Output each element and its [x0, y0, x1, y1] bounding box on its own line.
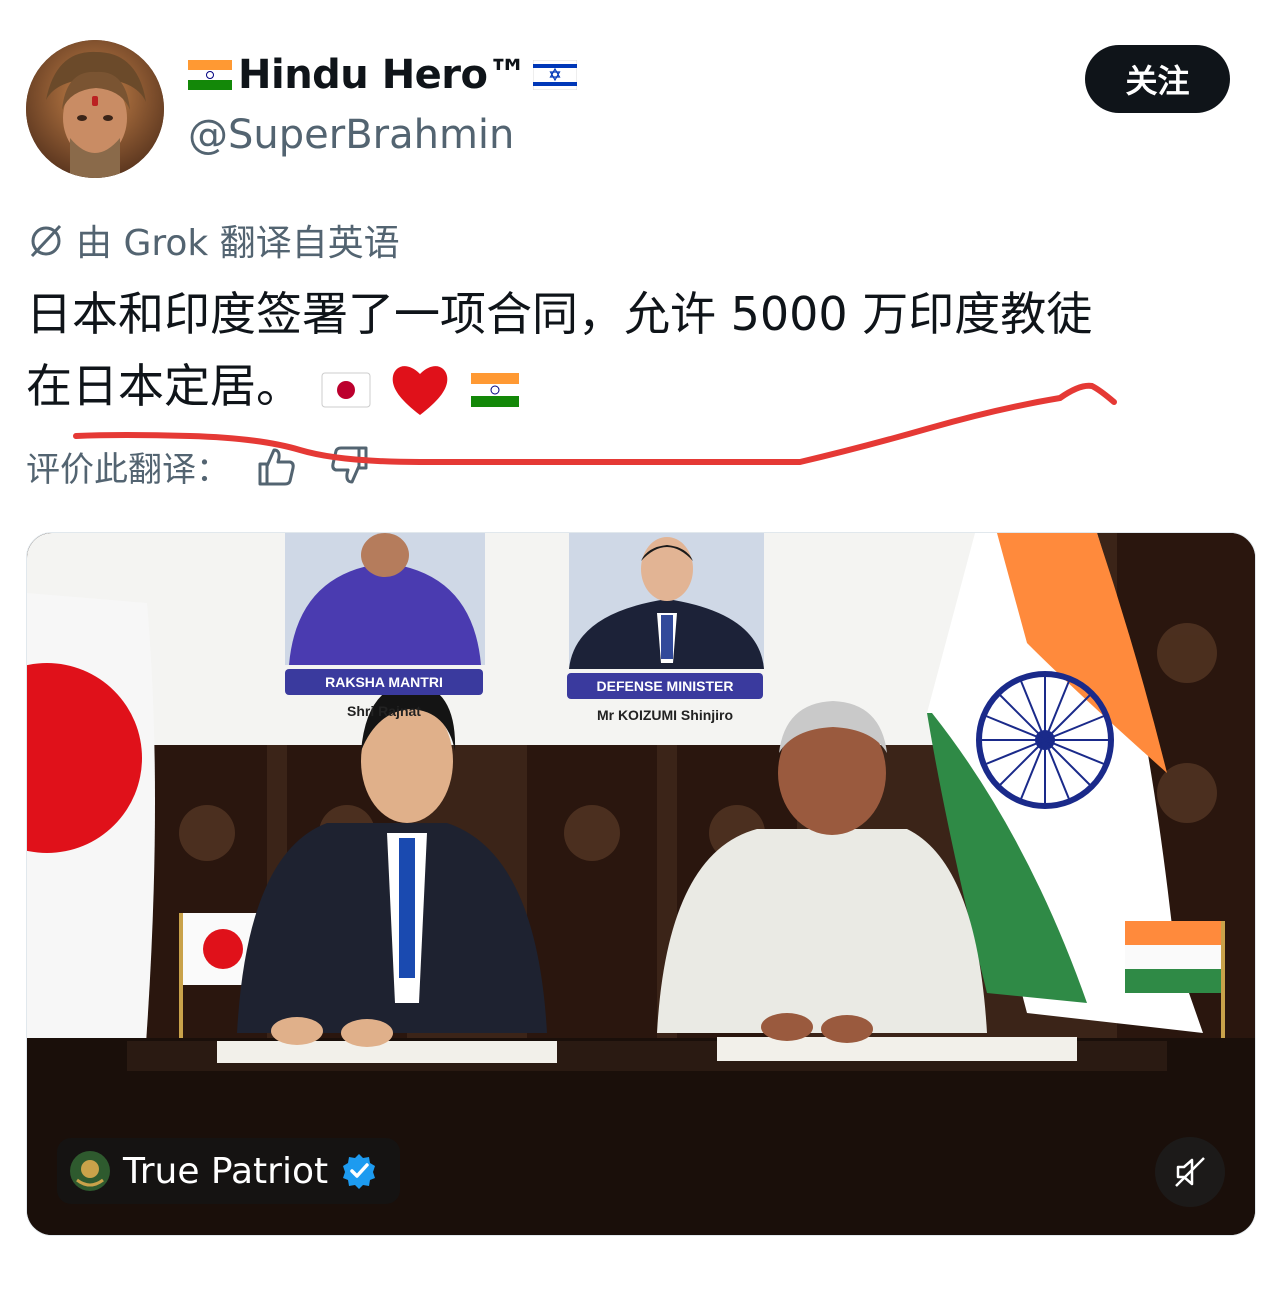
placard-right-title: DEFENSE MINISTER	[567, 673, 763, 699]
video-source-name: True Patriot	[123, 1150, 329, 1192]
source-avatar-icon	[70, 1151, 110, 1191]
mute-button[interactable]	[1155, 1137, 1225, 1207]
user-handle[interactable]: @SuperBrahmin	[188, 112, 514, 158]
india-flag-icon	[188, 60, 232, 90]
placard-right-name: Mr KOIZUMI Shinjiro	[596, 707, 734, 723]
rate-translation-row: 评价此翻译：	[26, 438, 378, 494]
follow-button[interactable]: 关注	[1085, 45, 1230, 113]
avatar[interactable]	[26, 40, 164, 178]
tweet-text-line2: 在日本定居。	[26, 359, 302, 413]
video-player[interactable]: RAKSHA MANTRI Shri Rajnat DEFENSE MINIST…	[26, 532, 1256, 1236]
video-frame	[27, 533, 1255, 1235]
thumbs-down-icon	[331, 446, 368, 484]
translation-source-label: 由 Grok 翻译自英语	[76, 223, 400, 264]
translation-source-row[interactable]: 由 Grok 翻译自英语	[26, 214, 400, 266]
rate-translation-label: 评价此翻译：	[26, 449, 230, 490]
india-flag-icon	[470, 372, 519, 407]
display-name-row[interactable]: Hindu Hero™	[188, 52, 578, 98]
tweet-text-line1: 日本和印度签署了一项合同，允许 5000 万印度教徒	[26, 287, 1093, 341]
display-name[interactable]: Hindu Hero™	[238, 52, 528, 98]
video-source-badge[interactable]: True Patriot	[57, 1138, 401, 1204]
japan-flag-icon	[321, 372, 371, 407]
tweet-text: 日本和印度签署了一项合同，允许 5000 万印度教徒 在日本定居。	[26, 278, 1246, 422]
israel-flag-icon	[533, 60, 578, 90]
thumbs-up-icon	[258, 448, 295, 486]
thumbs-down-button[interactable]	[322, 438, 378, 494]
placard-left-title: RAKSHA MANTRI	[285, 669, 483, 695]
grok-icon	[30, 224, 62, 258]
thumbs-up-button[interactable]	[248, 438, 304, 494]
red-heart-icon	[392, 365, 448, 415]
verified-badge-icon	[343, 1154, 376, 1189]
speaker-muted-icon	[1175, 1157, 1205, 1187]
placard-left-name: Shri Rajnat	[347, 703, 421, 719]
